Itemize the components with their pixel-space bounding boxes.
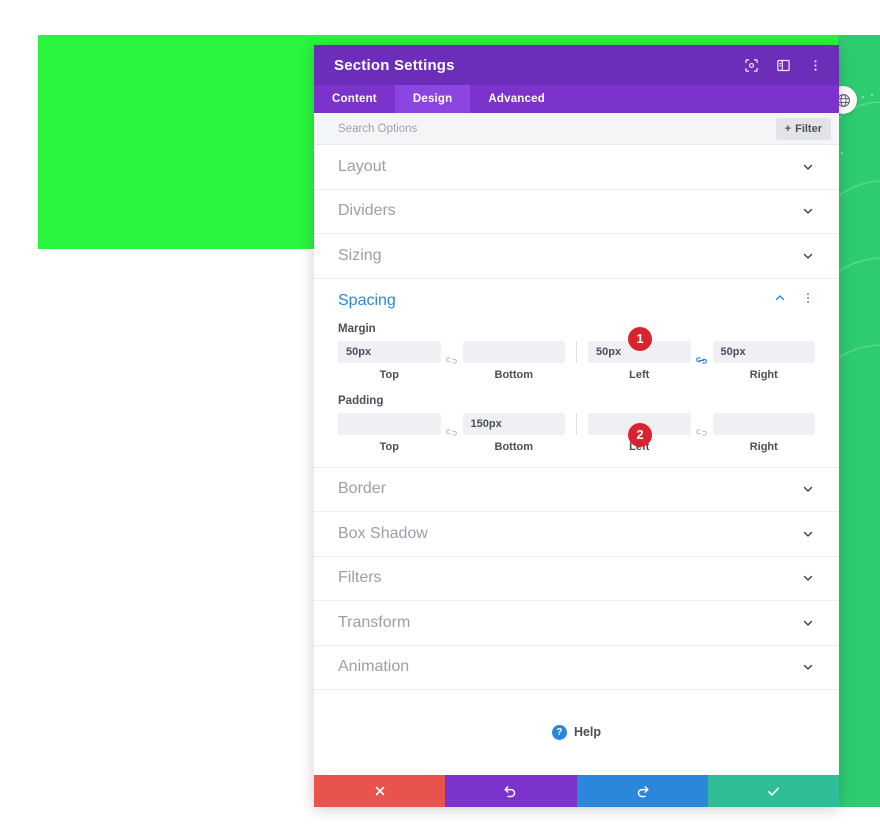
modal-header: Section Settings [314,45,839,85]
chevron-down-icon [801,571,815,585]
section-animation[interactable]: Animation [314,646,839,690]
modal-header-actions [743,57,823,73]
margin-bottom-input[interactable] [462,340,565,363]
margin-right-label: Right [749,368,778,381]
section-transform-label: Transform [338,613,411,631]
padding-right-input[interactable] [712,412,815,435]
page-right-green-strip [838,35,880,807]
page-title: Section Settings [334,56,455,74]
focus-target-icon[interactable] [743,57,759,73]
section-layout[interactable]: Layout [314,145,839,190]
section-dividers-label: Dividers [338,202,396,220]
margin-field-group: 1 Margin Top [314,323,839,381]
padding-field-group: 2 Padding Top 150px Bottom Left Right [314,395,839,453]
question-circle-icon: ? [551,724,567,740]
tab-advanced[interactable]: Advanced [470,85,563,113]
step-badge-2: 2 [628,422,652,447]
margin-top-label: Top [379,368,399,381]
more-vertical-icon[interactable] [807,57,823,73]
padding-bottom-input[interactable] [462,412,565,435]
margin-top-input[interactable] [338,340,441,363]
margin-left-label: Left [629,368,650,381]
section-spacing-header[interactable]: Spacing [314,279,839,323]
section-filters-label: Filters [338,569,382,587]
help-label: Help [573,725,602,739]
cancel-button[interactable] [314,775,446,807]
padding-bottom-label: Bottom [494,440,534,453]
help-link[interactable]: ? Help [314,690,839,774]
section-sizing-label: Sizing [338,246,382,264]
margin-right-input[interactable] [712,340,815,363]
section-settings-modal: Section Settings Content Design Advanced… [314,45,839,807]
section-box-shadow[interactable]: Box Shadow [314,512,839,557]
chain-unlinked-icon[interactable] [441,350,463,372]
chevron-down-icon [801,616,815,630]
chevron-down-icon [801,160,815,174]
redo-arrow-icon [637,785,649,797]
section-border-label: Border [338,480,387,498]
section-animation-label: Animation [338,658,410,676]
modal-tabs: Content Design Advanced [314,85,839,113]
save-button[interactable] [707,775,839,807]
modal-footer [314,775,839,807]
chevron-up-icon[interactable] [773,291,787,310]
section-filters[interactable]: Filters [314,557,839,601]
section-layout-label: Layout [338,157,387,175]
padding-top-label: Top [379,440,399,453]
chevron-down-icon [801,527,815,541]
filter-button[interactable]: + Filter [775,117,831,140]
tab-content[interactable]: Content [314,85,395,113]
tab-design[interactable]: Design [394,85,471,113]
chain-unlinked-icon[interactable] [691,422,713,444]
checkmark-icon [767,787,779,796]
chain-linked-icon[interactable] [691,350,713,372]
step-badge-1: 1 [628,326,652,351]
page-root: Section Settings Content Design Advanced… [0,0,880,839]
close-x-icon [375,786,384,796]
chevron-down-icon [801,204,815,218]
search-input[interactable] [338,122,776,135]
chevron-down-icon [801,482,815,496]
section-dividers[interactable]: Dividers [314,190,839,234]
padding-right-label: Right [749,440,778,453]
redo-button[interactable] [576,775,708,807]
undo-button[interactable] [445,775,577,807]
panel-layout-icon[interactable] [775,57,791,73]
padding-top-input[interactable] [338,412,441,435]
margin-label: Margin [338,322,376,335]
undo-arrow-icon [504,785,516,797]
section-box-shadow-label: Box Shadow [338,524,428,542]
padding-label: Padding [338,394,384,407]
modal-body: Layout Dividers Sizing Spacing 1 Margin … [314,145,839,775]
field-divider [576,340,577,363]
chevron-down-icon [801,249,815,263]
filter-button-label: Filter [795,122,822,135]
section-spacing-label: Spacing [338,291,396,309]
margin-bottom-label: Bottom [494,368,534,381]
chain-unlinked-icon[interactable] [441,422,463,444]
more-vertical-icon[interactable] [801,291,815,310]
section-border[interactable]: Border [314,468,839,512]
field-divider [576,412,577,435]
section-sizing[interactable]: Sizing [314,234,839,279]
section-transform[interactable]: Transform [314,601,839,646]
search-row: + Filter [314,113,839,145]
chevron-down-icon [801,660,815,674]
plus-icon: + [784,122,792,135]
section-spacing: Spacing 1 Margin 50px Top Bottom 50px Le… [314,279,839,468]
